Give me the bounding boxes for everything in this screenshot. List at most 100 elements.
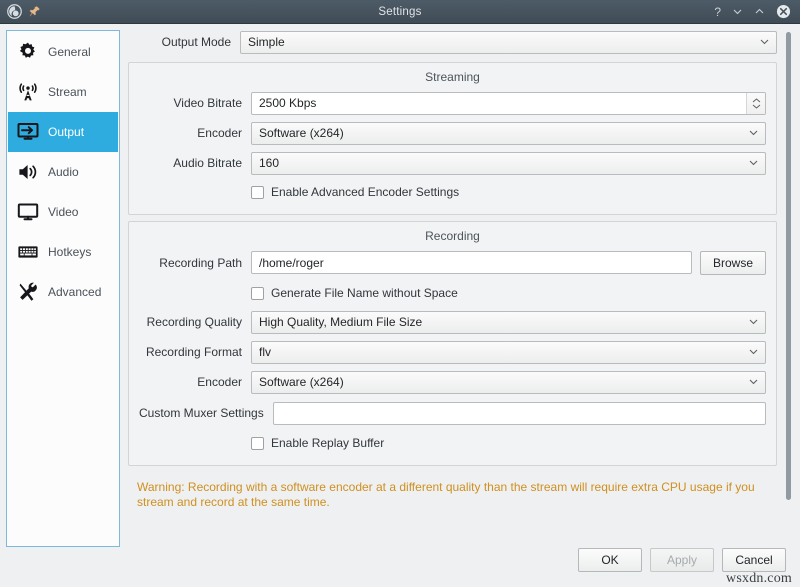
sidebar-item-label: Video	[48, 205, 78, 219]
titlebar: Settings ?	[0, 0, 800, 24]
stream-encoder-select[interactable]: Software (x264)	[251, 122, 766, 145]
help-button[interactable]: ?	[714, 6, 721, 18]
chevron-down-icon	[749, 347, 758, 356]
recording-format-row: Recording Format flv	[139, 341, 766, 363]
window-title: Settings	[0, 0, 800, 23]
sidebar-item-label: Output	[48, 125, 84, 139]
audio-bitrate-select[interactable]: 160	[251, 152, 766, 175]
recording-path-value: /home/roger	[259, 256, 324, 270]
dialog-footer: OK Apply Cancel wsxdn.com	[0, 541, 800, 587]
ok-button[interactable]: OK	[578, 548, 642, 572]
watermark: wsxdn.com	[726, 571, 792, 587]
chevron-down-icon	[760, 37, 769, 46]
chevron-up-icon[interactable]	[754, 6, 765, 17]
generate-no-space-row: Generate File Name without Space	[139, 283, 766, 303]
sidebar-item-label: Hotkeys	[48, 245, 91, 259]
custom-muxer-input[interactable]	[273, 402, 766, 425]
warning-text: Warning: Recording with a software encod…	[128, 472, 777, 510]
cancel-button[interactable]: Cancel	[722, 548, 786, 572]
chevron-down-icon	[749, 317, 758, 326]
recording-encoder-value: Software (x264)	[259, 375, 344, 389]
monitor-icon	[16, 201, 40, 223]
audio-bitrate-label: Audio Bitrate	[139, 156, 251, 170]
output-mode-row: Output Mode Simple	[128, 30, 777, 54]
sidebar-item-general[interactable]: General	[8, 32, 118, 72]
gear-icon	[16, 41, 40, 63]
stream-encoder-value: Software (x264)	[259, 126, 344, 140]
recording-format-value: flv	[259, 345, 271, 359]
recording-encoder-label: Encoder	[139, 375, 251, 389]
custom-muxer-row: Custom Muxer Settings	[139, 401, 766, 425]
sidebar-item-label: Stream	[48, 85, 87, 99]
video-bitrate-row: Video Bitrate 2500 Kbps	[139, 92, 766, 114]
settings-window: Settings ?	[0, 0, 800, 587]
recording-path-label: Recording Path	[139, 256, 251, 270]
streaming-group: Streaming Video Bitrate 2500 Kbps	[128, 62, 777, 215]
video-bitrate-spinbox[interactable]: 2500 Kbps	[251, 92, 766, 115]
broadcast-antenna-icon	[16, 81, 40, 103]
chevron-down-icon	[749, 377, 758, 386]
recording-encoder-select[interactable]: Software (x264)	[251, 371, 766, 394]
replay-buffer-checkbox[interactable]	[251, 437, 264, 450]
stream-encoder-row: Encoder Software (x264)	[139, 122, 766, 144]
recording-quality-row: Recording Quality High Quality, Medium F…	[139, 311, 766, 333]
sidebar-item-audio[interactable]: Audio	[8, 152, 118, 192]
output-mode-value: Simple	[248, 35, 285, 49]
generate-no-space-label[interactable]: Generate File Name without Space	[271, 286, 458, 300]
recording-quality-label: Recording Quality	[139, 315, 251, 329]
chevron-down-icon	[752, 104, 761, 109]
video-bitrate-label: Video Bitrate	[139, 96, 251, 110]
sidebar-item-advanced[interactable]: Advanced	[8, 272, 118, 312]
chevron-down-icon	[749, 128, 758, 137]
sidebar-item-output[interactable]: Output	[8, 112, 118, 152]
recording-quality-value: High Quality, Medium File Size	[259, 315, 422, 329]
recording-path-row: Recording Path /home/roger Browse	[139, 251, 766, 275]
sidebar-item-video[interactable]: Video	[8, 192, 118, 232]
sidebar-item-stream[interactable]: Stream	[8, 72, 118, 112]
obs-logo-icon	[7, 4, 22, 19]
audio-bitrate-value: 160	[259, 156, 279, 170]
apply-button: Apply	[650, 548, 714, 572]
settings-pane-content: Output Mode Simple Streaming	[128, 30, 782, 530]
dialog-body: General Stream	[0, 24, 800, 541]
recording-format-select[interactable]: flv	[251, 341, 766, 364]
recording-group: Recording Recording Path /home/roger Bro…	[128, 221, 777, 466]
chevron-down-icon[interactable]	[732, 6, 743, 17]
chevron-down-icon	[749, 158, 758, 167]
settings-sidebar: General Stream	[6, 30, 120, 547]
close-icon[interactable]	[776, 4, 791, 19]
recording-path-input[interactable]: /home/roger	[251, 251, 692, 274]
advanced-encoder-row: Enable Advanced Encoder Settings	[139, 182, 766, 202]
keyboard-icon	[16, 241, 40, 263]
sidebar-item-label: Advanced	[48, 285, 101, 299]
wrench-screwdriver-icon	[16, 281, 40, 303]
video-bitrate-value: 2500 Kbps	[259, 96, 316, 110]
scrollbar-thumb[interactable]	[786, 32, 791, 500]
browse-button[interactable]: Browse	[700, 251, 766, 275]
output-mode-select[interactable]: Simple	[240, 31, 777, 54]
chevron-up-icon	[752, 98, 761, 103]
streaming-group-title: Streaming	[139, 70, 766, 84]
generate-no-space-checkbox[interactable]	[251, 287, 264, 300]
recording-format-label: Recording Format	[139, 345, 251, 359]
pin-icon[interactable]	[28, 5, 41, 18]
output-mode-label: Output Mode	[128, 35, 240, 49]
replay-buffer-label[interactable]: Enable Replay Buffer	[271, 436, 384, 450]
recording-quality-select[interactable]: High Quality, Medium File Size	[251, 311, 766, 334]
vertical-scrollbar[interactable]	[782, 30, 794, 530]
sidebar-item-label: Audio	[48, 165, 79, 179]
monitor-arrow-icon	[16, 121, 40, 143]
titlebar-buttons: ?	[714, 4, 800, 19]
sidebar-item-label: General	[48, 45, 91, 59]
sidebar-item-hotkeys[interactable]: Hotkeys	[8, 232, 118, 272]
advanced-encoder-label[interactable]: Enable Advanced Encoder Settings	[271, 185, 459, 199]
replay-buffer-row: Enable Replay Buffer	[139, 433, 766, 453]
recording-group-title: Recording	[139, 229, 766, 243]
titlebar-left-icons	[0, 4, 41, 19]
spinner-arrows[interactable]	[746, 93, 765, 114]
audio-bitrate-row: Audio Bitrate 160	[139, 152, 766, 174]
stream-encoder-label: Encoder	[139, 126, 251, 140]
speaker-icon	[16, 161, 40, 183]
advanced-encoder-checkbox[interactable]	[251, 186, 264, 199]
settings-pane: Output Mode Simple Streaming	[128, 30, 794, 530]
